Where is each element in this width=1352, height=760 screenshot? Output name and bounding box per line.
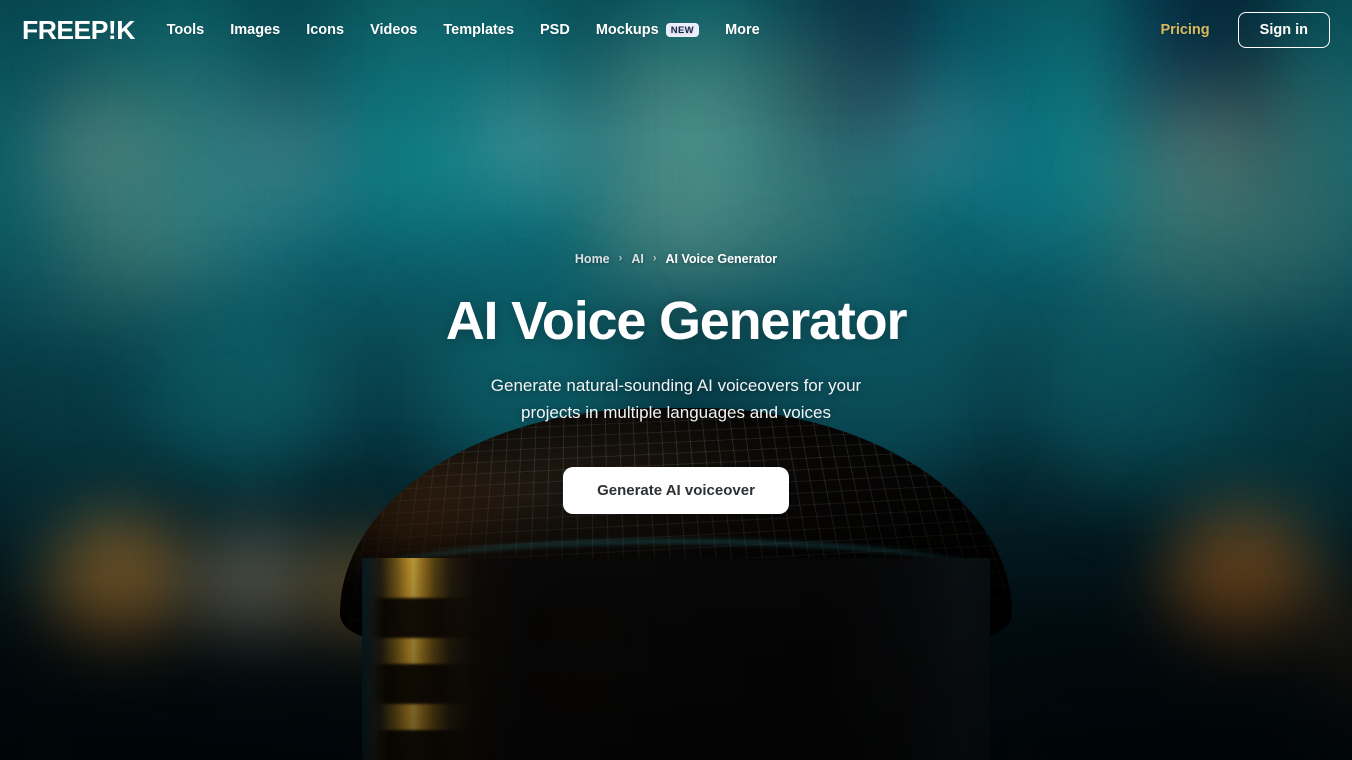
microphone-rim-highlight	[360, 540, 992, 614]
chevron-right-icon: ›	[618, 252, 623, 264]
nav-item-label: Images	[230, 22, 281, 38]
nav-item-label: More	[725, 22, 760, 38]
sign-in-button[interactable]: Sign in	[1237, 12, 1330, 48]
bokeh-dark	[500, 540, 860, 760]
hero-content: Home › AI › AI Voice Generator AI Voice …	[0, 0, 1352, 760]
page-title: AI Voice Generator	[445, 291, 908, 351]
bokeh-blob	[600, 40, 760, 280]
bokeh-circle	[1040, 300, 1240, 500]
page-subtitle: Generate natural-sounding AI voiceovers …	[490, 375, 862, 422]
microphone-vent	[374, 730, 489, 760]
microphone-collar	[346, 528, 1006, 620]
nav-item-mockups[interactable]: Mockups NEW	[595, 22, 700, 38]
microphone-shading	[340, 408, 1012, 638]
microphone-illustration	[340, 408, 1012, 760]
new-badge: NEW	[665, 23, 700, 37]
bokeh-circle	[240, 95, 350, 205]
bokeh-circle	[140, 300, 330, 490]
nav-item-templates[interactable]: Templates	[443, 22, 514, 38]
nav-item-label: Templates	[443, 22, 515, 38]
breadcrumb-item-home[interactable]: Home	[575, 252, 610, 266]
nav-item-label: Icons	[306, 22, 345, 38]
bokeh-blob	[58, 70, 208, 300]
main-navigation: Tools Images Icons Videos Templates PSD …	[167, 22, 1161, 38]
site-header: FREEP!K Tools Images Icons Videos Templa…	[0, 0, 1352, 60]
microphone-mesh-texture	[340, 414, 1012, 638]
microphone-vent	[372, 664, 490, 704]
bokeh-circle	[30, 95, 135, 200]
bokeh-circle-amber	[186, 530, 316, 660]
breadcrumb: Home › AI › AI Voice Generator	[575, 252, 777, 266]
microphone-grille	[340, 408, 1012, 638]
bokeh-circle	[470, 75, 590, 195]
bokeh-circle	[0, 400, 160, 600]
nav-item-label: Videos	[370, 22, 418, 38]
chevron-right-icon: ›	[652, 252, 657, 264]
nav-item-label: Tools	[166, 22, 205, 38]
bokeh-blob	[190, 60, 310, 270]
nav-item-label: PSD	[540, 22, 570, 38]
bokeh-circle-amber	[1290, 600, 1352, 710]
nav-item-tools[interactable]: Tools	[167, 22, 205, 38]
bokeh-blob	[745, 30, 885, 280]
freepik-logo[interactable]: FREEP!K	[22, 15, 135, 46]
breadcrumb-item-ai[interactable]: AI	[631, 252, 644, 266]
pricing-link[interactable]: Pricing	[1161, 22, 1210, 38]
nav-item-images[interactable]: Images	[230, 22, 280, 38]
nav-item-more[interactable]: More	[725, 22, 760, 38]
bokeh-circle-amber	[1168, 512, 1318, 662]
microphone-warm-glow	[340, 438, 540, 628]
nav-item-label: Mockups	[595, 22, 659, 38]
bokeh-blob	[1120, 80, 1270, 300]
microphone-vent	[522, 606, 632, 644]
bokeh-circle-amber	[48, 518, 190, 660]
bokeh-circle	[1160, 95, 1270, 205]
hero-section: FREEP!K Tools Images Icons Videos Templa…	[0, 0, 1352, 760]
microphone-vent	[370, 598, 490, 638]
breadcrumb-item-current: AI Voice Generator	[665, 252, 778, 266]
bokeh-dark	[980, 630, 1352, 760]
nav-item-videos[interactable]: Videos	[370, 22, 417, 38]
bokeh-circle-amber	[300, 540, 418, 658]
generate-ai-voiceover-button[interactable]: Generate AI voiceover	[563, 466, 789, 514]
bokeh-circle	[1190, 420, 1352, 600]
bokeh-circle	[880, 70, 995, 185]
nav-item-psd[interactable]: PSD	[540, 22, 570, 38]
bokeh-dark	[0, 640, 420, 760]
nav-item-icons[interactable]: Icons	[306, 22, 344, 38]
bokeh-blob	[1250, 60, 1352, 290]
header-actions: Pricing Sign in	[1161, 12, 1330, 48]
microphone-vent	[524, 672, 632, 710]
microphone-body	[362, 558, 990, 760]
